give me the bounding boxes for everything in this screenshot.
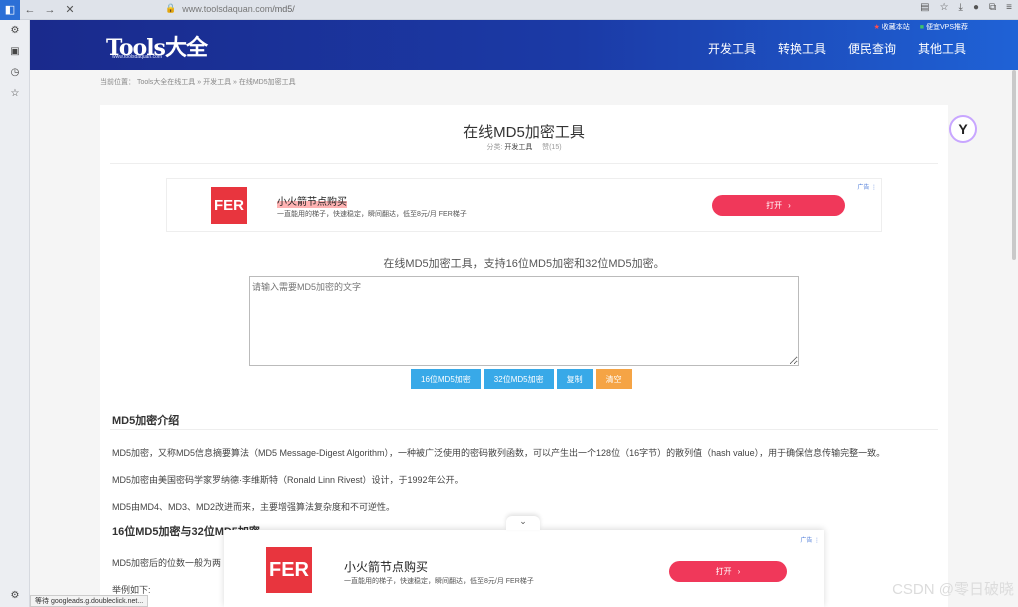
page-title: 在线MD5加密工具 bbox=[463, 124, 585, 141]
ad-description: 一直能用的梯子，快速稳定，瞬间翻达，低至8元/月 FER梯子 bbox=[277, 211, 467, 218]
paragraph: MD5由MD4、MD3、MD2改进而来，主要增强算法复杂度和不可逆性。 bbox=[112, 502, 396, 512]
bottom-ad-description: 一直能用的梯子，快速稳定，瞬间翻达，低至8元/月 FER梯子 bbox=[344, 578, 534, 585]
history-icon[interactable]: ◷ bbox=[0, 62, 30, 83]
browser-toolbar: ◧ ← → ✕ 🔒 www.toolsdaquan.com/md5/ ▤ ☆ ⤓… bbox=[0, 0, 1018, 20]
menu-icon[interactable]: ≡ bbox=[1006, 2, 1012, 13]
bottom-ad-logo: FER bbox=[266, 547, 312, 593]
section-heading-md5: MD5加密介绍 bbox=[112, 415, 180, 427]
main-nav: 开发工具 转换工具 便民查询 其他工具 bbox=[708, 40, 966, 57]
ai-icon[interactable]: ⚙ bbox=[0, 20, 30, 41]
divider bbox=[110, 163, 938, 164]
bookmark-site-link[interactable]: ★ 收藏本站 bbox=[874, 22, 910, 32]
scrollbar[interactable] bbox=[1012, 70, 1016, 260]
clear-button[interactable]: 清空 bbox=[595, 369, 632, 389]
chevron-down-icon[interactable]: ⌄ bbox=[506, 516, 540, 530]
nav-query[interactable]: 便民查询 bbox=[848, 40, 896, 57]
chevron-right-icon: › bbox=[788, 201, 791, 210]
ad-logo: FER bbox=[211, 187, 247, 224]
copy-button[interactable]: 复制 bbox=[556, 369, 593, 389]
sidebar-toggle-icon[interactable]: ◧ bbox=[0, 0, 20, 20]
status-bar: 等待 googleads.g.doubleclick.net... bbox=[30, 595, 149, 607]
paragraph: MD5加密由美国密码学家罗纳德·李维斯特（Ronald Linn Rivest）… bbox=[112, 475, 464, 485]
favorite-star-icon[interactable]: ☆ bbox=[940, 2, 949, 13]
bottom-ad-label: 广告 ⋮ bbox=[800, 538, 820, 544]
divider bbox=[110, 429, 938, 430]
address-bar[interactable]: 🔒 www.toolsdaquan.com/md5/ bbox=[165, 3, 295, 14]
collections-icon[interactable]: ▣ bbox=[0, 41, 30, 62]
vps-link[interactable]: ■ 便宜VPS推荐 bbox=[920, 22, 968, 32]
ad-open-button[interactable]: 打开 › bbox=[712, 195, 845, 216]
extensions-icon[interactable]: ⧉ bbox=[989, 2, 996, 13]
tool-intro: 在线MD5加密工具，支持16位MD5加密和32位MD5加密。 bbox=[383, 258, 665, 270]
favorites-icon[interactable]: ☆ bbox=[0, 83, 30, 104]
md5-16-button[interactable]: 16位MD5加密 bbox=[411, 369, 481, 389]
chevron-right-icon: › bbox=[737, 567, 741, 576]
bottom-ad-banner[interactable]: ⌄ FER 小火箭节点购买 一直能用的梯子，快速稳定，瞬间翻达，低至8元/月 F… bbox=[224, 516, 824, 607]
paragraph: MD5加密后的位数一般为两 bbox=[112, 558, 222, 568]
url-domain: www.toolsdaquan.com bbox=[182, 3, 273, 14]
reader-icon[interactable]: ▤ bbox=[920, 2, 929, 13]
site-logo-sub: www.toolsdaquan.com bbox=[112, 54, 163, 60]
likes-count[interactable]: 赞(15) bbox=[542, 144, 561, 151]
assistant-float-icon[interactable]: Y bbox=[949, 115, 977, 143]
forward-icon[interactable]: → bbox=[40, 0, 60, 20]
ad-label: 广告 ⋮ bbox=[857, 185, 877, 191]
star-icon: ★ bbox=[873, 24, 880, 31]
nav-other-tools[interactable]: 其他工具 bbox=[918, 40, 966, 57]
close-icon[interactable]: ✕ bbox=[60, 0, 80, 20]
md5-32-button[interactable]: 32位MD5加密 bbox=[483, 369, 554, 389]
tool-meta: 分类: 开发工具 赞(15) bbox=[100, 142, 948, 152]
ad-banner[interactable]: FER 小火箭节点购买 一直能用的梯子，快速稳定，瞬间翻达，低至8元/月 FER… bbox=[166, 178, 882, 232]
nav-dev-tools[interactable]: 开发工具 bbox=[708, 40, 756, 57]
url-path: /md5/ bbox=[272, 3, 295, 14]
breadcrumb: 当前位置： Tools大全在线工具 » 开发工具 » 在线MD5加密工具 bbox=[100, 79, 296, 86]
back-icon[interactable]: ← bbox=[20, 0, 40, 20]
browser-sidebar: ⚙ ▣ ◷ ☆ ⚙ bbox=[0, 20, 30, 607]
md5-input[interactable] bbox=[249, 276, 799, 366]
watermark: CSDN @零日破晓 bbox=[892, 581, 1014, 598]
site-header: Tools大全 www.toolsdaquan.com ★ 收藏本站 ■ 便宜V… bbox=[30, 20, 1018, 70]
vps-icon: ■ bbox=[919, 24, 925, 31]
bottom-ad-title[interactable]: 小火箭节点购买 bbox=[344, 558, 428, 575]
bottom-ad-open-button[interactable]: 打开 › bbox=[669, 561, 787, 582]
action-buttons: 16位MD5加密 32位MD5加密 复制 清空 bbox=[411, 369, 632, 389]
category-label: 分类: bbox=[486, 144, 503, 151]
category-link[interactable]: 开发工具 bbox=[504, 144, 532, 151]
avatar[interactable]: ● bbox=[973, 2, 979, 13]
nav-convert-tools[interactable]: 转换工具 bbox=[778, 40, 826, 57]
ad-title[interactable]: 小火箭节点购买 bbox=[277, 193, 347, 208]
paragraph: MD5加密，又称MD5信息摘要算法（MD5 Message-Digest Alg… bbox=[112, 448, 886, 458]
lock-icon: 🔒 bbox=[165, 3, 177, 13]
settings-icon[interactable]: ⚙ bbox=[0, 590, 30, 601]
download-icon[interactable]: ⤓ bbox=[959, 2, 963, 13]
web-page: Tools大全 www.toolsdaquan.com ★ 收藏本站 ■ 便宜V… bbox=[30, 20, 1018, 607]
